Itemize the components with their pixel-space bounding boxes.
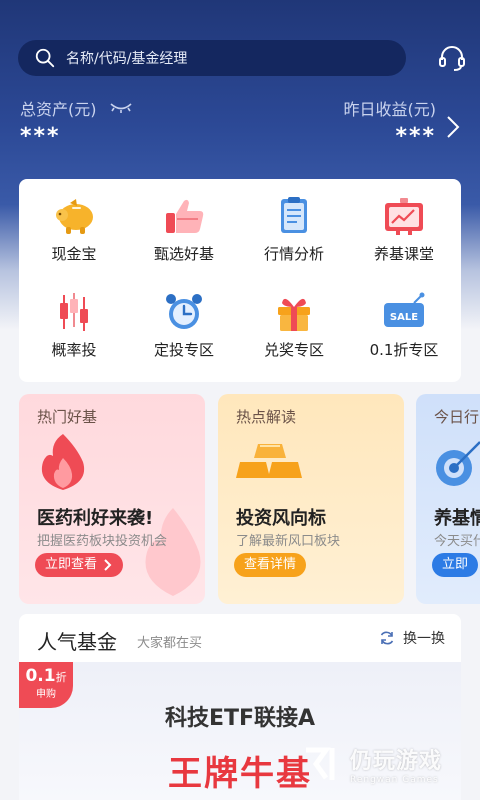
yesterday-earnings-label: 昨日收益(元) [343, 100, 437, 119]
menu-label: 养基课堂 [373, 245, 434, 263]
section-subtitle: 大家都在买 [137, 636, 203, 651]
clipboard-icon [281, 197, 307, 233]
gold-bars-icon [236, 444, 302, 478]
menu-item-fund-school[interactable]: 养基课堂 [349, 195, 459, 277]
promo-now-button[interactable]: 立即 [432, 553, 479, 577]
promo-tag: 热点解读 [236, 408, 297, 426]
promo-subtitle: 今天买什 [434, 534, 480, 549]
promo-tag: 热门好基 [37, 408, 98, 426]
total-assets-label-text: 总资产(元) [20, 100, 97, 119]
promo-title: 养基情 [434, 508, 480, 529]
search-placeholder: 名称/代码/基金经理 [66, 51, 188, 67]
menu-item-cash[interactable]: 现金宝 [19, 195, 129, 277]
search-row: 名称/代码/基金经理 [18, 40, 468, 76]
promo-details-button[interactable]: 查看详情 [234, 553, 307, 577]
chevron-right-icon[interactable] [444, 114, 462, 140]
menu-item-market-analysis[interactable]: 行情分析 [239, 195, 349, 277]
gift-icon [278, 298, 310, 331]
menu-label: 定投专区 [153, 341, 214, 359]
piggy-bank-icon [56, 199, 93, 234]
promo-card-hot-fund[interactable]: 热门好基 医药利好来袭! 把握医药板块投资机会 立即查看 [19, 394, 205, 604]
sale-tag-icon: SALE [384, 292, 425, 327]
menu-item-select-funds[interactable]: 甄选好基 [129, 195, 239, 277]
eye-closed-icon[interactable] [109, 101, 133, 115]
discount-value: 0.1 [25, 666, 56, 686]
refresh-label: 换一换 [403, 631, 445, 647]
site-watermark: 仍玩游戏 Rengwan Games [300, 736, 470, 792]
flame-icon [41, 434, 85, 490]
target-icon [436, 441, 480, 486]
promo-card-hot-topic[interactable]: 热点解读 投资风向标 了解最新风口板块 查看详情 [218, 394, 404, 604]
search-icon [35, 48, 55, 68]
menu-label: 现金宝 [51, 245, 97, 263]
chart-board-icon [385, 198, 423, 235]
alarm-clock-icon [166, 294, 202, 329]
thumbs-up-icon [166, 199, 204, 233]
watermark-cn: 仍玩游戏 [350, 749, 443, 774]
fund-name: 科技ETF联接A [164, 706, 316, 731]
refresh-button[interactable]: 换一换 [379, 628, 445, 648]
promo-tag: 今日行 [434, 408, 480, 426]
candlestick-icon [60, 293, 88, 331]
promo-button-label: 立即 [442, 557, 469, 572]
menu-label: 兑奖专区 [263, 341, 324, 359]
promo-button-label: 立即查看 [45, 557, 98, 572]
menu-item-discount[interactable]: SALE 0.1折专区 [349, 291, 459, 373]
promo-button-label: 查看详情 [244, 557, 297, 572]
refresh-icon [380, 631, 394, 645]
menu-label: 概率投 [51, 341, 97, 359]
menu-item-prize[interactable]: 兑奖专区 [239, 291, 349, 373]
chevron-right-icon [104, 559, 112, 571]
discount-unit: 折 [55, 671, 67, 684]
promo-subtitle: 了解最新风口板块 [236, 534, 341, 549]
menu-item-probability[interactable]: 概率投 [19, 291, 129, 373]
total-assets-label: 总资产(元) [20, 96, 133, 120]
total-assets-value: *** [20, 124, 61, 149]
quick-menu-card: 现金宝 甄选好基 行情分析 养基课堂 概率投 定投专区 兑奖专区 SALE 0.… [19, 179, 461, 382]
svg-text:SALE: SALE [390, 312, 418, 323]
headset-icon[interactable] [436, 42, 468, 74]
promo-title: 投资风向标 [236, 508, 326, 529]
menu-label: 0.1折专区 [369, 341, 439, 359]
menu-item-regular-invest[interactable]: 定投专区 [129, 291, 239, 373]
search-input[interactable]: 名称/代码/基金经理 [18, 40, 406, 76]
promo-subtitle: 把握医药板块投资机会 [37, 534, 168, 549]
watermark-logo-icon [306, 747, 335, 780]
yesterday-earnings-value: *** [395, 124, 436, 149]
menu-label: 行情分析 [263, 245, 324, 263]
section-title: 人气基金 [37, 630, 117, 654]
promo-card-today[interactable]: 今日行 养基情 今天买什 立即 [416, 394, 480, 604]
promo-view-button[interactable]: 立即查看 [35, 553, 124, 577]
menu-label: 甄选好基 [153, 245, 214, 263]
watermark-en: Rengwan Games [350, 775, 439, 785]
promo-title: 医药利好来袭! [37, 508, 154, 529]
